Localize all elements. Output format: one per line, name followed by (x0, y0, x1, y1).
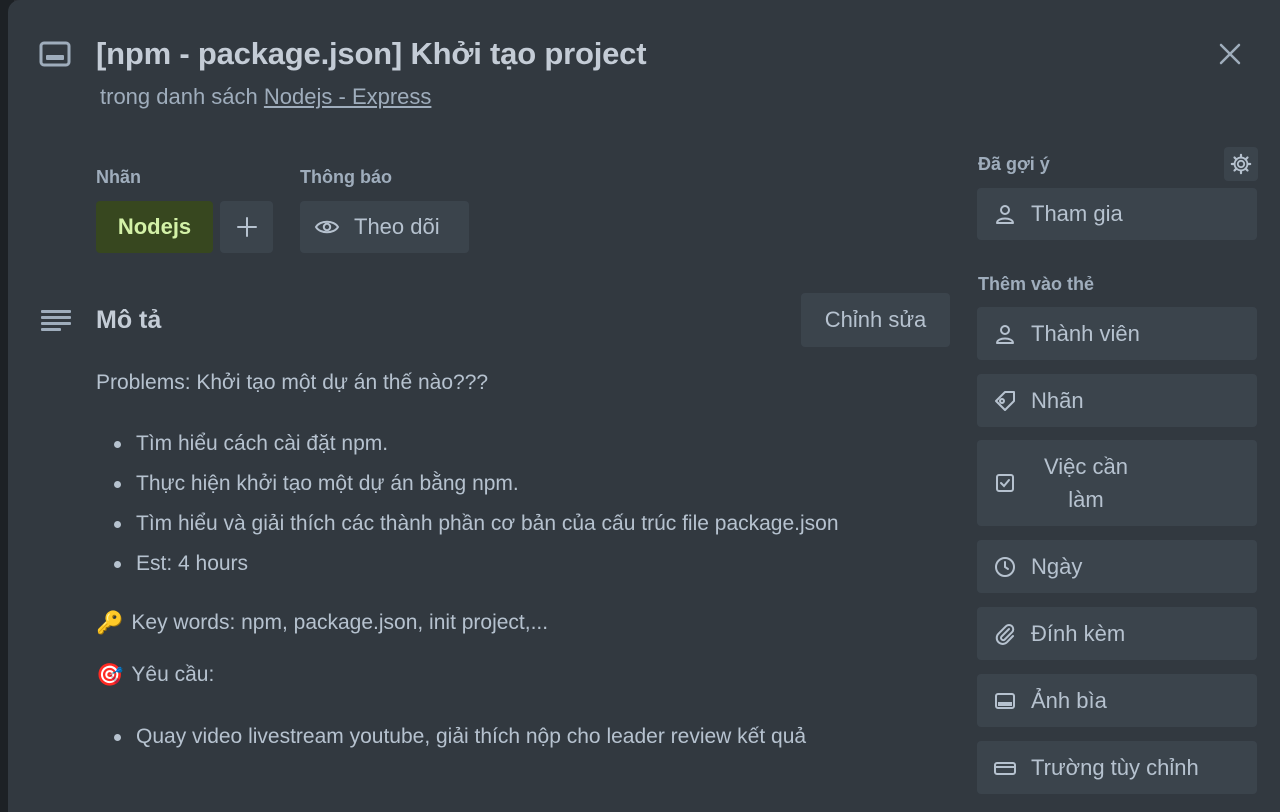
cover-icon (995, 692, 1015, 709)
add-to-card-heading: Thêm vào thẻ (978, 274, 1095, 294)
person-icon (996, 324, 1014, 344)
list-item: Tìm hiểu cách cài đặt npm. (114, 424, 839, 464)
paperclip-icon (995, 623, 1015, 645)
card-title[interactable]: [npm - package.json] Khởi tạo project (96, 36, 647, 72)
list-link[interactable]: Nodejs - Express (264, 84, 432, 109)
plus-icon (236, 217, 257, 237)
description-icon (41, 310, 71, 331)
eye-icon (314, 220, 340, 234)
list-item: Quay video livestream youtube, giải thíc… (114, 717, 806, 757)
checklist-button[interactable]: Việc cần làm (977, 440, 1257, 526)
keywords-line: 🔑 Key words: npm, package.json, init pro… (96, 610, 548, 636)
list-prefix: trong danh sách (100, 84, 258, 109)
edit-description-button[interactable]: Chỉnh sửa (801, 293, 950, 347)
suggested-heading: Đã gợi ý (978, 154, 1050, 174)
description-problem: Problems: Khởi tạo một dự án thế nào??? (96, 371, 489, 394)
notifications-heading: Thông báo (300, 167, 392, 187)
gear-icon (1230, 153, 1252, 175)
requirements-list: Quay video livestream youtube, giải thíc… (114, 717, 806, 757)
labels-button-label: Nhãn (1031, 387, 1084, 413)
keywords-text: Key words: npm, package.json, init proje… (131, 611, 549, 634)
custom-field-icon (994, 761, 1016, 775)
cover-button[interactable]: Ảnh bìa (977, 674, 1257, 727)
members-button[interactable]: Thành viên (977, 307, 1257, 360)
dates-label: Ngày (1031, 553, 1083, 579)
labels-heading: Nhãn (96, 167, 141, 187)
watch-button[interactable]: Theo dõi (300, 201, 469, 253)
cover-label: Ảnh bìa (1031, 687, 1107, 713)
description-heading: Mô tả (96, 306, 162, 334)
custom-fields-label: Trường tùy chỉnh (1031, 754, 1199, 780)
members-label: Thành viên (1031, 320, 1140, 346)
attachment-button[interactable]: Đính kèm (977, 607, 1257, 660)
person-icon (996, 205, 1014, 224)
requirements-line: 🎯 Yêu cầu: (96, 662, 214, 688)
close-button[interactable] (1210, 36, 1250, 72)
list-item: Est: 4 hours (114, 544, 839, 584)
dates-button[interactable]: Ngày (977, 540, 1257, 593)
checklist-icon (996, 474, 1014, 492)
target-icon: 🎯 (96, 662, 124, 687)
custom-fields-button[interactable]: Trường tùy chỉnh (977, 741, 1257, 794)
key-icon: 🔑 (96, 610, 124, 635)
attachment-label: Đính kèm (1031, 620, 1126, 646)
watch-label: Theo dõi (354, 214, 440, 239)
clock-icon (995, 556, 1015, 577)
add-label-button[interactable] (220, 201, 273, 253)
tag-icon (995, 390, 1015, 411)
labels-button[interactable]: Nhãn (977, 374, 1257, 427)
description-bullets: Tìm hiểu cách cài đặt npm. Thực hiện khở… (114, 424, 839, 584)
join-button[interactable]: Tham gia (977, 188, 1257, 240)
requirements-heading: Yêu cầu: (131, 663, 215, 686)
suggested-settings-button[interactable] (1224, 147, 1258, 181)
label-chip-nodejs[interactable]: Nodejs (96, 201, 213, 253)
checklist-label: Việc cần làm (1044, 454, 1128, 512)
list-item: Tìm hiểu và giải thích các thành phần cơ… (114, 504, 839, 544)
card-icon (39, 41, 71, 67)
join-label: Tham gia (1031, 201, 1123, 226)
list-item: Thực hiện khởi tạo một dự án bằng npm. (114, 464, 839, 504)
card-list-info: trong danh sách Nodejs - Express (100, 84, 431, 110)
close-icon (1219, 43, 1241, 65)
